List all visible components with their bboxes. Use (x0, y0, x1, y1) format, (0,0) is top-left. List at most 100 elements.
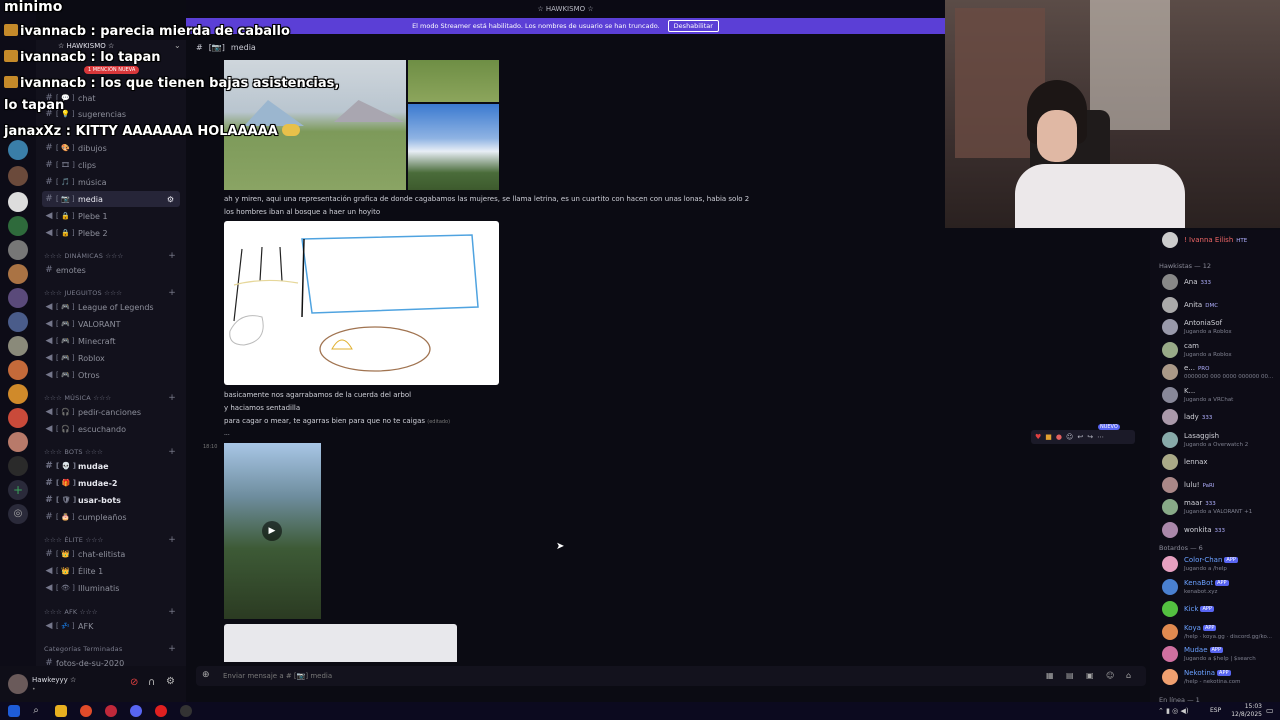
image-partial[interactable] (224, 624, 457, 662)
brave-icon[interactable] (80, 705, 92, 717)
category-elite[interactable]: ☆☆☆ ÉLITE ☆☆☆ + (44, 534, 180, 546)
explore-icon[interactable]: ◎ (8, 504, 28, 524)
forward-icon[interactable]: ↪ (1087, 433, 1093, 441)
server-icon[interactable] (8, 166, 28, 186)
voice-channel[interactable]: ◀[ 🎮 ] League of Legends (42, 299, 180, 315)
add-reaction-icon[interactable]: ☺ (1066, 433, 1073, 441)
plus-icon[interactable]: + (168, 251, 176, 261)
channel-usar-bots[interactable]: #[ 🛡 ] usar-bots (42, 492, 180, 508)
server-icon[interactable] (8, 432, 28, 452)
member-item[interactable]: Anita DMC (1160, 295, 1280, 317)
channel-afk[interactable]: ◀[ 💤 ] AFK (42, 618, 180, 634)
member-item[interactable]: wonkita 333 (1160, 520, 1280, 542)
member-item[interactable]: ! Ivanna Eilish HTE (1160, 230, 1280, 252)
gift-icon[interactable]: ▦ (1046, 671, 1054, 680)
obs-icon[interactable] (180, 705, 192, 717)
gear-icon[interactable]: ⚙ (167, 195, 174, 204)
more-icon[interactable]: ⋯ (1097, 433, 1104, 441)
channel-cumpleanos[interactable]: #[ 🎂 ] cumpleaños (42, 509, 180, 525)
video-thumbnail[interactable]: ▶ (224, 443, 321, 619)
gif-icon[interactable]: ▤ (1066, 671, 1074, 680)
member-item[interactable]: lennax (1160, 452, 1280, 474)
message-input[interactable]: Enviar mensaje a # [📷] media (223, 672, 332, 680)
channel-plebe-1[interactable]: ◀[ 🔒 ] Plebe 1 (42, 208, 180, 224)
windows-start-icon[interactable] (8, 705, 20, 717)
member-item[interactable]: K... Jugando a VRChat (1160, 385, 1280, 407)
voice-channel[interactable]: ◀[ 🎧 ] pedir-canciones (42, 404, 180, 420)
plus-icon[interactable]: + (168, 447, 176, 457)
channel-musica[interactable]: #[ 🎵 ] música (42, 174, 180, 190)
gear-icon[interactable]: ⚙ (166, 676, 175, 687)
server-icon[interactable] (8, 288, 28, 308)
voice-channel[interactable]: ◀[ 🎮 ] Roblox (42, 350, 180, 366)
channel-media[interactable]: #[ 📷 ] media ⚙ (42, 191, 180, 207)
chevron-down-icon[interactable]: ⌄ (174, 41, 181, 50)
server-icon[interactable] (8, 360, 28, 380)
new-mention-badge[interactable]: 1 MENCIÓN NUEVA (84, 66, 140, 74)
voice-channel[interactable]: ◀[ 🎮 ] Otros (42, 367, 180, 383)
plus-icon[interactable]: + (168, 644, 176, 654)
channel-emotes[interactable]: # emotes (42, 262, 180, 278)
heart-icon[interactable]: ♥ (1035, 433, 1041, 441)
server-icon[interactable] (8, 264, 28, 284)
member-item[interactable]: cam Jugando a Roblox (1160, 340, 1280, 362)
member-item[interactable]: Lasaggish Jugando a Overwatch 2 (1160, 430, 1280, 452)
discord-icon[interactable] (130, 705, 142, 717)
category-musica[interactable]: ☆☆☆ MÚSICA ☆☆☆ + (44, 392, 180, 404)
category-bots[interactable]: ☆☆☆ BOTS ☆☆☆ + (44, 446, 180, 458)
clock-date[interactable]: 12/8/2025 (1228, 711, 1262, 718)
server-icon[interactable] (8, 312, 28, 332)
disable-streamer-button[interactable]: Deshabilitar (667, 20, 719, 32)
photo-sky[interactable] (408, 104, 499, 190)
apps-icon[interactable]: ⌂ (1126, 671, 1131, 680)
bot-member-item[interactable]: Koya APP/help · koya.gg · discord.gg/ko..… (1160, 622, 1280, 644)
folder-icon[interactable] (55, 705, 67, 717)
plus-icon[interactable]: ⊕ (202, 670, 210, 680)
server-icon[interactable] (8, 192, 28, 212)
bot-member-item[interactable]: Nekotina APP/help - nekotina.com (1160, 667, 1280, 689)
plus-icon[interactable]: + (168, 288, 176, 298)
voice-channel[interactable]: ◀[ 🎮 ] Minecraft (42, 333, 180, 349)
category-afk[interactable]: ☆☆☆ AFK ☆☆☆ + (44, 606, 180, 618)
member-item[interactable]: e... PRO 0000000 000 0000 000000 00... (1160, 362, 1280, 384)
clock-time[interactable]: 15:03 (1228, 703, 1262, 710)
voice-channel[interactable]: ◀[ 🎧 ] escuchando (42, 421, 180, 437)
channel-plebe-2[interactable]: ◀[ 🔒 ] Plebe 2 (42, 225, 180, 241)
channel-mudae-2[interactable]: #[ 🎁 ] mudae-2 (42, 475, 180, 491)
emoji-icon[interactable]: ☺ (1106, 671, 1114, 680)
server-name[interactable]: ☆ HAWKISMO ☆ (58, 42, 114, 50)
server-icon[interactable] (8, 336, 28, 356)
emoji-icon[interactable]: ● (1056, 433, 1062, 441)
member-item[interactable]: AntoniaSof Jugando a Roblox (1160, 317, 1280, 339)
category-dinamicas[interactable]: ☆☆☆ DINÁMICAS ☆☆☆ + (44, 250, 180, 262)
server-icon[interactable] (8, 216, 28, 236)
drawing-image[interactable] (224, 221, 499, 385)
server-icon[interactable] (8, 408, 28, 428)
channel-elite-1[interactable]: ◀[ 👑 ] Élite 1 (42, 563, 180, 579)
bot-member-item[interactable]: KenaBot APP kenabot.xyz (1160, 577, 1280, 599)
bot-member-item[interactable]: Mudae APP Jugando a $help | $search (1160, 644, 1280, 666)
channel-dibujos[interactable]: #[ 🎨 ] dibujos (42, 140, 180, 156)
play-icon[interactable]: ▶ (262, 521, 282, 541)
emoji-icon[interactable]: ■ (1045, 433, 1052, 441)
server-icon[interactable] (8, 240, 28, 260)
plus-icon[interactable]: + (168, 607, 176, 617)
member-item[interactable]: lulu! PaRI (1160, 475, 1280, 497)
add-server-icon[interactable]: + (8, 480, 28, 500)
voice-channel[interactable]: ◀[ 🎮 ] VALORANT (42, 316, 180, 332)
youtube-icon[interactable] (155, 705, 167, 717)
notification-icon[interactable]: ▭ (1266, 706, 1274, 715)
server-icon[interactable] (8, 140, 28, 160)
plus-icon[interactable]: + (168, 535, 176, 545)
category-jueguitos[interactable]: ☆☆☆ JUEGUITOS ☆☆☆ + (44, 287, 180, 299)
channel-clips[interactable]: #[ 🎞 ] clips (42, 157, 180, 173)
member-item[interactable]: Ana 333 (1160, 272, 1280, 294)
photo-field[interactable] (408, 60, 499, 102)
channel-chat-elitista[interactable]: #[ 👑 ] chat-elitista (42, 546, 180, 562)
tray-icons[interactable]: ⌃ ▮ ◎ ◀) (1158, 707, 1189, 715)
headphones-icon[interactable]: ∩ (148, 677, 155, 688)
member-item[interactable]: maar 333 Jugando a VALORANT +1 (1160, 497, 1280, 519)
category-terminadas[interactable]: Categorías Terminadas + (44, 643, 180, 655)
search-icon[interactable]: ⌕ (30, 705, 42, 717)
avatar[interactable] (8, 674, 28, 694)
